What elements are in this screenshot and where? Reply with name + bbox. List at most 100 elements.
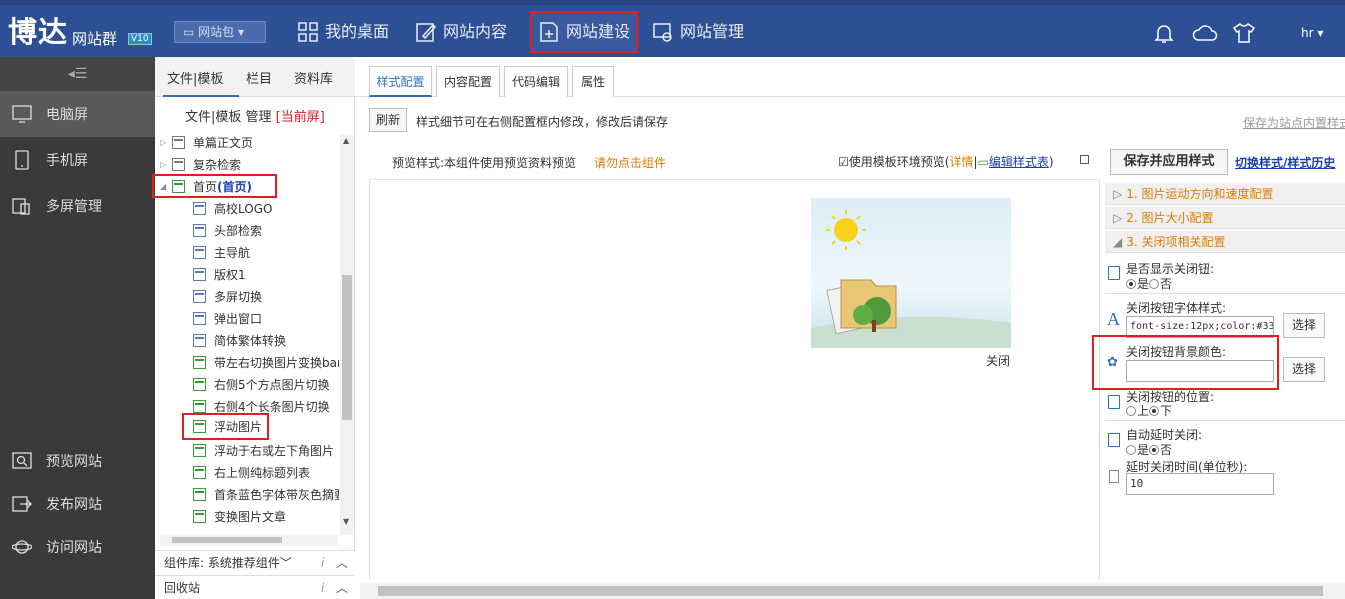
sidebar-item-label: 电脑屏: [46, 107, 88, 123]
tab-style-config[interactable]: 样式配置: [369, 66, 432, 97]
radio-yes[interactable]: [1126, 445, 1136, 455]
tab-code-edit[interactable]: 代码编辑: [504, 66, 568, 97]
version-badge: V10: [128, 33, 152, 45]
tree-item[interactable]: 带左右切换图片变换ban: [193, 351, 339, 373]
tree-item-floating-image[interactable]: 浮动图片: [182, 413, 269, 440]
bg-color-input[interactable]: [1126, 360, 1274, 382]
info-icon[interactable]: i: [321, 576, 324, 599]
component-library-bar[interactable]: 组件库: 系统推荐组件﹀ i ︿: [155, 550, 355, 575]
sidebar-item-publish-site[interactable]: 发布网站: [0, 481, 155, 527]
info-icon[interactable]: i: [321, 551, 324, 575]
recycle-bin-bar[interactable]: 回收站 i ︿: [155, 575, 355, 599]
switch-style-history-link[interactable]: 切换样式/样式历史: [1235, 154, 1335, 171]
tab-properties[interactable]: 属性: [572, 66, 614, 97]
refresh-button[interactable]: 刷新: [369, 108, 407, 132]
save-as-builtin-link[interactable]: 保存为站点内置样式: [1243, 114, 1345, 131]
component-icon: [193, 377, 206, 391]
hint-text: 样式细节可在右侧配置框内修改，修改后请保存: [416, 115, 669, 129]
tree-item-label: 右上侧纯标题列表: [214, 465, 311, 480]
delay-input[interactable]: 10: [1126, 473, 1274, 495]
user-menu[interactable]: hr ▾: [1301, 26, 1323, 40]
monitor-gear-icon: [653, 23, 672, 42]
save-apply-style-button[interactable]: 保存并应用样式: [1110, 149, 1228, 175]
section-size[interactable]: ▷ 2. 图片大小配置: [1105, 207, 1345, 229]
maximize-icon[interactable]: [1080, 155, 1089, 164]
tree-item-label: 右侧5个方点图片切换: [214, 377, 330, 392]
edit-stylesheet-link[interactable]: 编辑样式表: [989, 155, 1049, 169]
tree-item-home[interactable]: ◢ 首页 (首页): [152, 174, 277, 198]
chevron-down-icon: ﹀: [279, 556, 292, 570]
scroll-up-icon[interactable]: ▲: [343, 136, 349, 145]
sidebar-item-mobile-screen[interactable]: 手机屏: [0, 137, 155, 183]
radio-yes-label: 是: [1137, 277, 1150, 291]
component-icon: [193, 223, 206, 237]
publish-icon: [12, 496, 32, 512]
tree-item-label: 高校LOGO: [214, 201, 273, 216]
collapse-sidebar-icon[interactable]: ◂☰: [0, 57, 155, 91]
chevron-up-icon[interactable]: ︿: [336, 551, 348, 575]
scrollbar-thumb[interactable]: [172, 537, 282, 543]
use-template-label: 使用模板环境预览: [848, 155, 945, 169]
nav-site-content[interactable]: 网站内容: [415, 13, 507, 51]
section-motion[interactable]: ▷ 1. 图片运动方向和速度配置: [1105, 183, 1345, 205]
radio-up-label: 上: [1137, 404, 1150, 418]
collapse-arrow-icon[interactable]: ◢: [160, 182, 172, 191]
sidebar-item-desktop-screen[interactable]: 电脑屏: [0, 91, 155, 137]
tree-item[interactable]: 浮动于右或左下角图片: [193, 439, 339, 461]
choose-font-style-button[interactable]: 选择: [1283, 313, 1325, 338]
radio-up[interactable]: [1126, 406, 1136, 416]
sidebar-item-visit-site[interactable]: 访问网站: [0, 524, 155, 570]
active-tab-indicator: [163, 95, 239, 97]
scroll-down-icon[interactable]: ▼: [343, 517, 349, 526]
tree-item-label: 主导航: [214, 245, 251, 260]
use-template-preview[interactable]: ☑使用模板环境预览(详情|▭编辑样式表): [838, 153, 1054, 170]
nav-site-build[interactable]: 网站建设: [530, 11, 639, 53]
tab-library[interactable]: 资料库: [294, 68, 333, 87]
chevron-up-icon[interactable]: ︿: [336, 576, 348, 599]
radio-down[interactable]: [1149, 406, 1160, 416]
nav-my-desktop[interactable]: 我的桌面: [297, 13, 389, 51]
float-close-button[interactable]: 关闭: [986, 352, 1010, 369]
component-icon: [193, 509, 206, 523]
page-plus-icon: [540, 22, 558, 42]
scrollbar-thumb[interactable]: [378, 586, 1323, 596]
radio-yes[interactable]: [1126, 279, 1136, 289]
tree-item[interactable]: 变换图片文章: [193, 505, 339, 527]
sidebar-item-multi-screen[interactable]: 多屏管理: [0, 183, 155, 229]
expand-arrow-icon[interactable]: ▷: [160, 138, 172, 147]
bell-icon[interactable]: [1153, 22, 1175, 44]
tree-item[interactable]: 右侧5个方点图片切换: [193, 373, 339, 395]
expand-arrow-icon[interactable]: ▷: [160, 160, 172, 169]
component-icon: [193, 465, 206, 479]
tab-file-template[interactable]: 文件|模板: [167, 68, 223, 87]
tree-item[interactable]: 右上侧纯标题列表: [193, 461, 339, 483]
tree-item[interactable]: ▷ 单篇正文页: [160, 131, 340, 153]
sidebar-item-preview-site[interactable]: 预览网站: [0, 438, 155, 484]
tab-column[interactable]: 栏目: [246, 68, 272, 87]
monitor-icon: [12, 105, 32, 123]
scrollbar-thumb[interactable]: [342, 275, 352, 420]
folder-illustration-icon: [811, 210, 1011, 348]
component-icon: [193, 355, 206, 369]
section-close[interactable]: ◢ 3. 关闭项相关配置: [1105, 231, 1345, 253]
radio-no[interactable]: [1149, 279, 1160, 289]
tree-item[interactable]: ▷ 复杂检索: [160, 153, 340, 175]
config-doc-icon: [1108, 266, 1120, 280]
nav-site-manage[interactable]: 网站管理: [652, 13, 744, 51]
preview-label: 预览样式:本组件使用预览资料预览: [392, 156, 577, 170]
preview-warning: 请勿点击组件: [594, 156, 667, 170]
config-doc-icon: [1108, 433, 1120, 447]
radio-no[interactable]: [1149, 445, 1160, 455]
tree-item[interactable]: 首条蓝色字体带灰色摘要: [193, 483, 339, 505]
shirt-icon[interactable]: [1232, 22, 1256, 44]
checkbox-checked-icon[interactable]: ☑: [838, 155, 849, 169]
detail-link[interactable]: 详情: [949, 155, 973, 169]
monitor-icon: ▭: [183, 25, 199, 39]
caret-down-icon: ▾: [234, 25, 245, 39]
cloud-icon[interactable]: [1192, 22, 1218, 44]
site-pack-dropdown[interactable]: ▭ 网站包 ▾: [174, 21, 266, 43]
list-doc-icon: [1109, 470, 1119, 483]
choose-bg-color-button[interactable]: 选择: [1283, 357, 1325, 382]
home-page-icon: [172, 179, 185, 193]
tab-content-config[interactable]: 内容配置: [436, 66, 500, 97]
